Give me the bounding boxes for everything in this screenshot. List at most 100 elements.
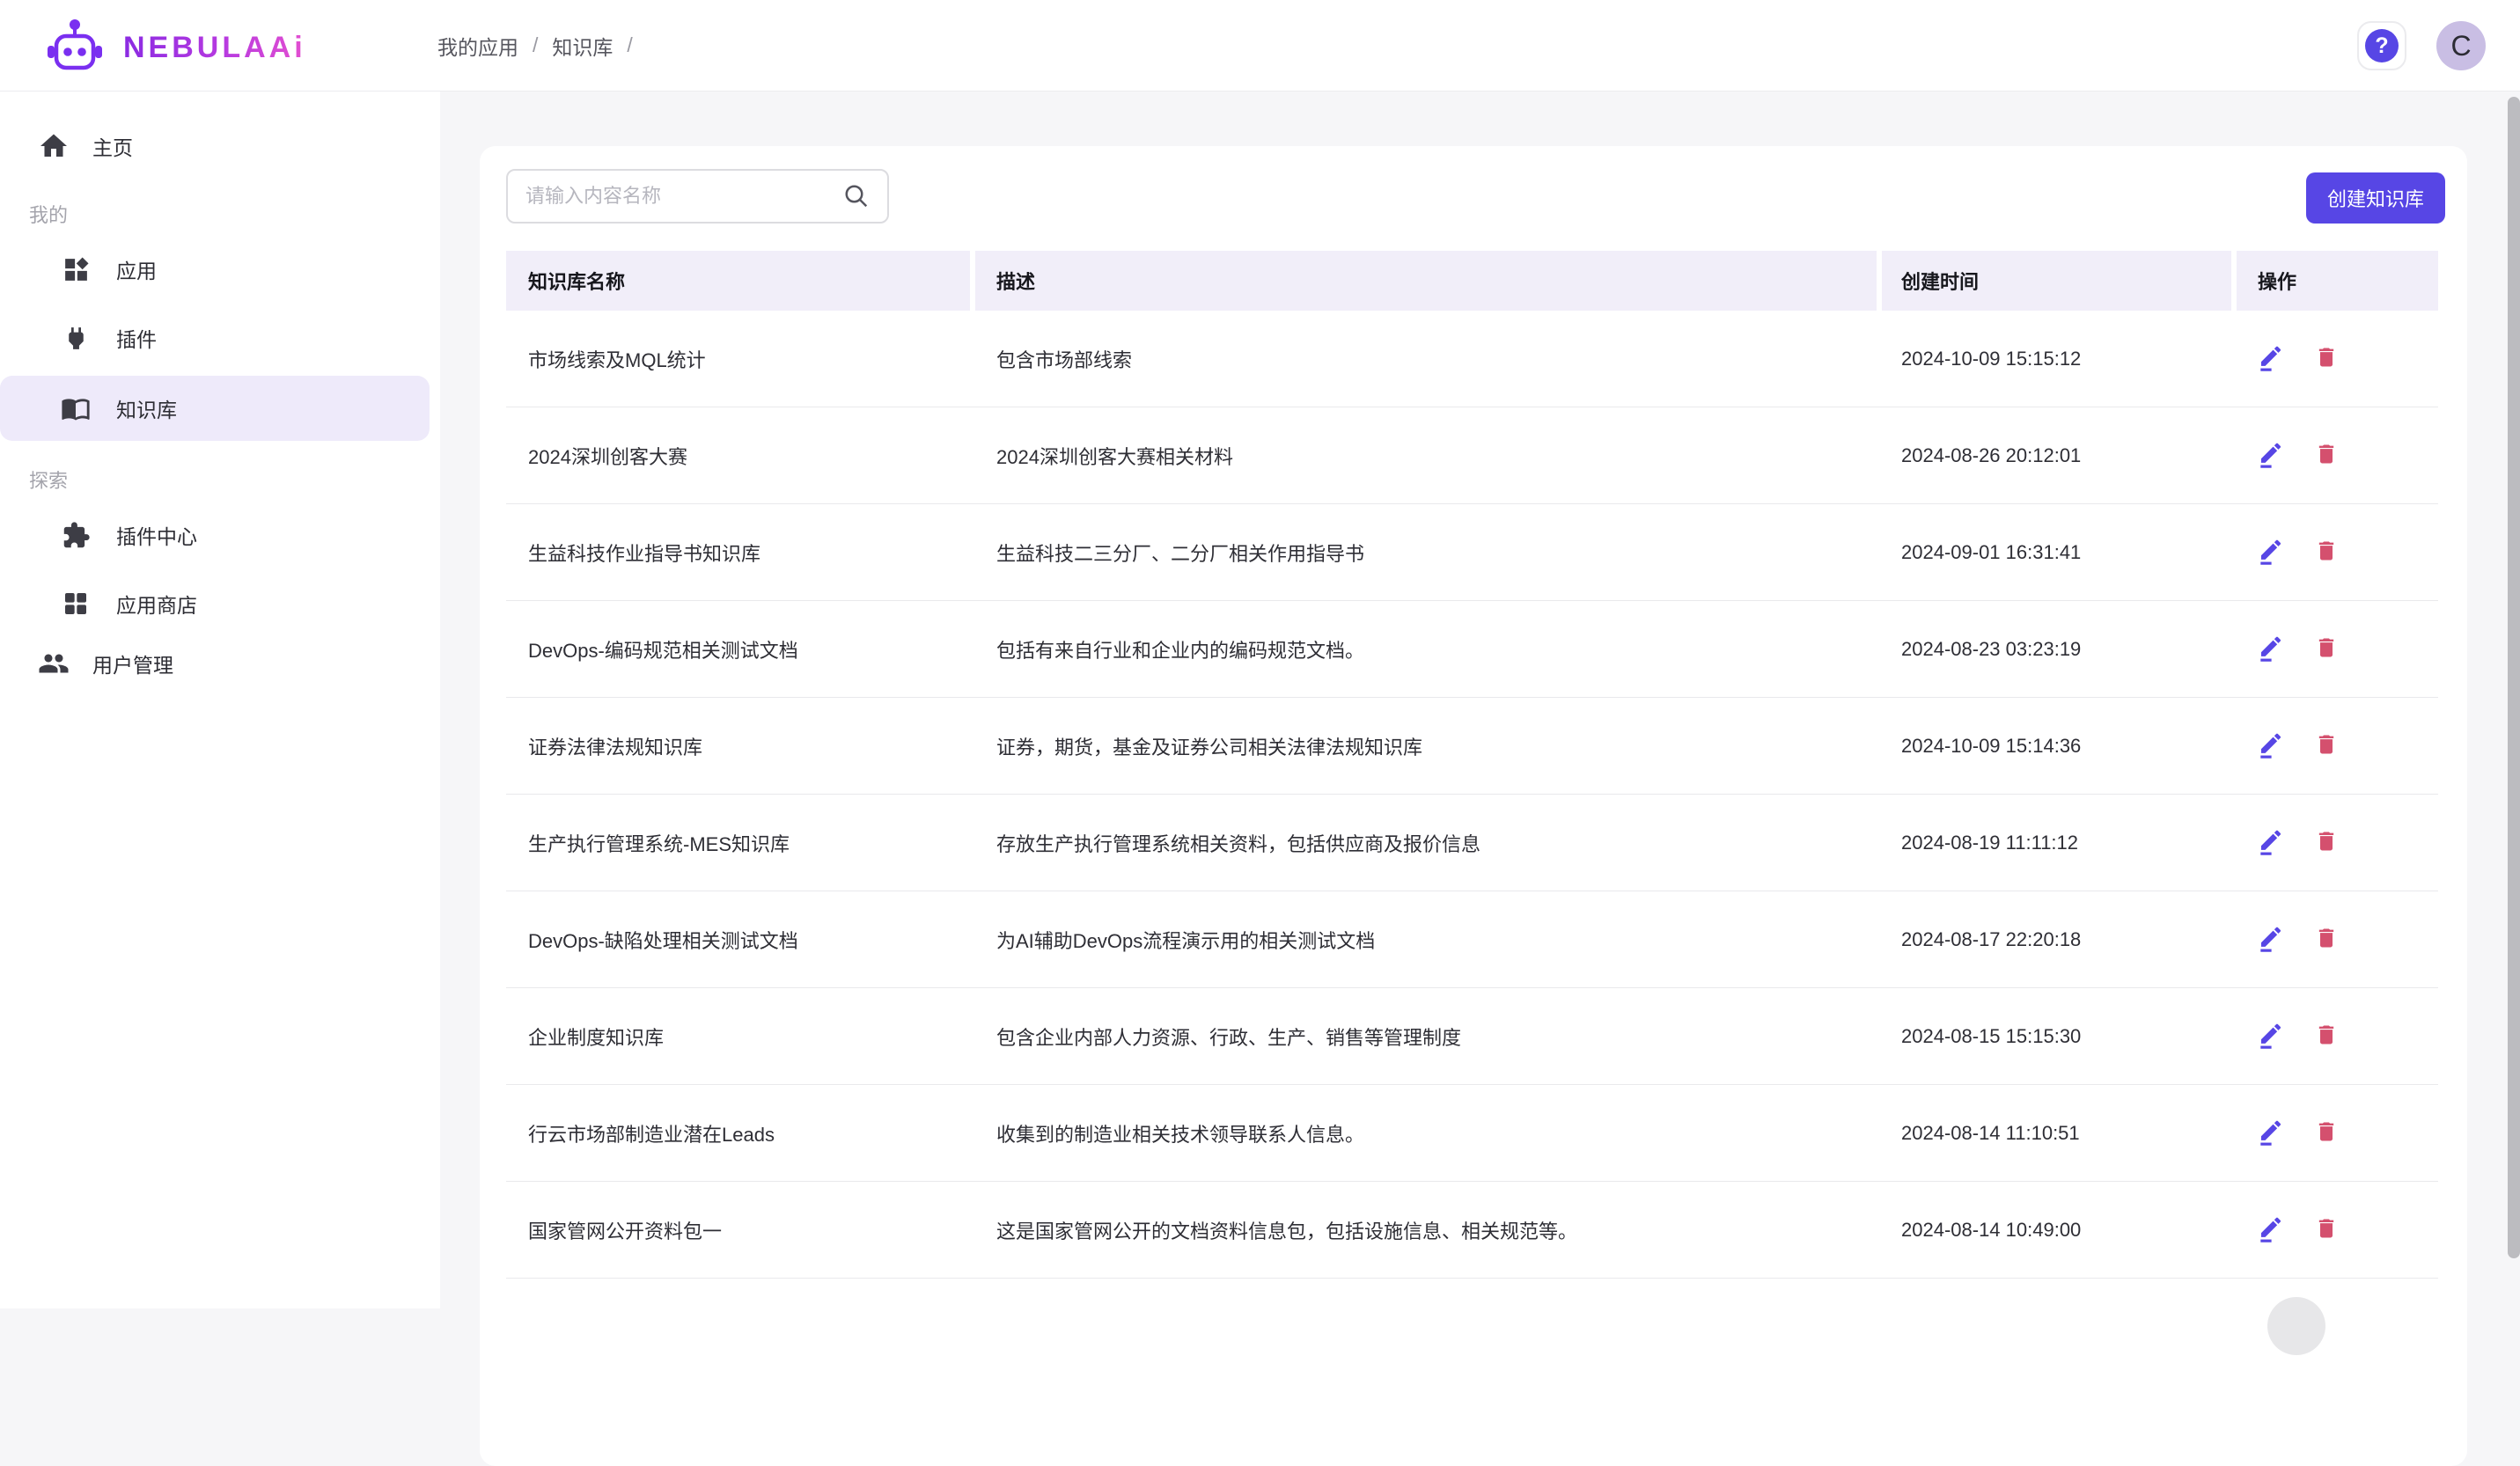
delete-button[interactable] — [2314, 442, 2339, 469]
floating-button-partial[interactable] — [2267, 1297, 2325, 1355]
row-actions — [2237, 601, 2438, 697]
delete-button[interactable] — [2314, 635, 2339, 663]
sidebar-item-label: 主页 — [92, 131, 133, 161]
help-button[interactable]: ? — [2357, 21, 2406, 70]
delete-icon — [2314, 926, 2339, 953]
delete-icon — [2314, 829, 2339, 856]
sidebar-item-label: 应用商店 — [116, 589, 197, 619]
table-row[interactable]: DevOps-缺陷处理相关测试文档为AI辅助DevOps流程演示用的相关测试文档… — [506, 891, 2438, 988]
edit-button[interactable] — [2258, 1214, 2284, 1245]
delete-icon — [2314, 539, 2339, 566]
table-row[interactable]: 生益科技作业指导书知识库生益科技二三分厂、二分厂相关作用指导书2024-09-0… — [506, 504, 2438, 601]
delete-icon — [2314, 442, 2339, 469]
sidebar-item-label: 插件 — [116, 323, 157, 353]
row-actions — [2237, 891, 2438, 987]
apps-icon — [60, 255, 92, 284]
app-logo[interactable]: NEBULAAi — [46, 18, 306, 78]
kb-name: 行云市场部制造业潜在Leads — [506, 1085, 970, 1181]
kb-name: 生益科技作业指导书知识库 — [506, 504, 970, 600]
table-row[interactable]: DevOps-编码规范相关测试文档包括有来自行业和企业内的编码规范文档。2024… — [506, 601, 2438, 698]
sidebar-item-plugins[interactable]: 插件 — [0, 307, 440, 369]
kb-name: 生产执行管理系统-MES知识库 — [506, 795, 970, 891]
sidebar-item-knowledge-base[interactable]: 知识库 — [0, 376, 430, 441]
edit-icon — [2258, 537, 2284, 568]
kb-created-time: 2024-08-14 11:10:51 — [1882, 1085, 2231, 1181]
edit-button[interactable] — [2258, 634, 2284, 664]
edit-icon — [2258, 827, 2284, 858]
edit-button[interactable] — [2258, 924, 2284, 955]
sidebar-item-user-management[interactable]: 用户管理 — [0, 634, 440, 693]
create-knowledge-base-button[interactable]: 创建知识库 — [2306, 172, 2445, 224]
sidebar-item-label: 知识库 — [116, 393, 177, 423]
row-actions — [2237, 311, 2438, 407]
edit-button[interactable] — [2258, 343, 2284, 374]
search-icon[interactable] — [843, 183, 870, 214]
delete-button[interactable] — [2314, 1119, 2339, 1147]
kb-created-time: 2024-08-15 15:15:30 — [1882, 988, 2231, 1084]
column-header: 创建时间 — [1882, 251, 2231, 311]
home-icon — [38, 130, 70, 162]
edit-icon — [2258, 730, 2284, 761]
kb-description: 这是国家管网公开的文档资料信息包，包括设施信息、相关规范等。 — [975, 1182, 1877, 1278]
content-card: 创建知识库 知识库名称描述创建时间操作 市场线索及MQL统计包含市场部线索202… — [480, 146, 2467, 1466]
search-input[interactable] — [506, 169, 889, 224]
delete-button[interactable] — [2314, 539, 2339, 566]
edit-button[interactable] — [2258, 1021, 2284, 1052]
edit-button[interactable] — [2258, 537, 2284, 568]
delete-icon — [2314, 345, 2339, 372]
scrollbar-thumb[interactable] — [2508, 97, 2520, 1258]
book-icon — [60, 393, 92, 423]
delete-button[interactable] — [2314, 732, 2339, 759]
kb-created-time: 2024-08-23 03:23:19 — [1882, 601, 2231, 697]
table-row[interactable]: 企业制度知识库包含企业内部人力资源、行政、生产、销售等管理制度2024-08-1… — [506, 988, 2438, 1085]
edit-icon — [2258, 440, 2284, 471]
edit-button[interactable] — [2258, 827, 2284, 858]
search-box — [506, 169, 889, 224]
kb-created-time: 2024-10-09 15:14:36 — [1882, 698, 2231, 794]
delete-icon — [2314, 732, 2339, 759]
edit-icon — [2258, 634, 2284, 664]
table-row[interactable]: 2024深圳创客大赛2024深圳创客大赛相关材料2024-08-26 20:12… — [506, 407, 2438, 504]
table-row[interactable]: 国家管网公开资料包一这是国家管网公开的文档资料信息包，包括设施信息、相关规范等。… — [506, 1182, 2438, 1279]
table-row[interactable]: 证券法律法规知识库证券，期货，基金及证券公司相关法律法规知识库2024-10-0… — [506, 698, 2438, 795]
edit-icon — [2258, 1021, 2284, 1052]
kb-created-time: 2024-10-09 15:15:12 — [1882, 311, 2231, 407]
table-row[interactable]: 行云市场部制造业潜在Leads收集到的制造业相关技术领导联系人信息。2024-0… — [506, 1085, 2438, 1182]
knowledge-base-table: 知识库名称描述创建时间操作 市场线索及MQL统计包含市场部线索2024-10-0… — [506, 251, 2438, 1279]
edit-button[interactable] — [2258, 730, 2284, 761]
edit-icon — [2258, 1118, 2284, 1148]
kb-description: 为AI辅助DevOps流程演示用的相关测试文档 — [975, 891, 1877, 987]
row-actions — [2237, 698, 2438, 794]
sidebar-item-home[interactable]: 主页 — [0, 117, 440, 175]
delete-button[interactable] — [2314, 926, 2339, 953]
kb-created-time: 2024-08-17 22:20:18 — [1882, 891, 2231, 987]
delete-button[interactable] — [2314, 829, 2339, 856]
sidebar-item-app-store[interactable]: 应用商店 — [0, 573, 440, 634]
kb-name: 证券法律法规知识库 — [506, 698, 970, 794]
edit-button[interactable] — [2258, 1118, 2284, 1148]
delete-button[interactable] — [2314, 1023, 2339, 1050]
kb-description: 包含企业内部人力资源、行政、生产、销售等管理制度 — [975, 988, 1877, 1084]
breadcrumb-item[interactable]: 知识库 — [552, 31, 613, 61]
table-row[interactable]: 生产执行管理系统-MES知识库存放生产执行管理系统相关资料，包括供应商及报价信息… — [506, 795, 2438, 891]
help-icon: ? — [2365, 29, 2399, 62]
sidebar-section-label: 我的 — [0, 196, 440, 231]
sidebar: 主页我的应用插件知识库探索插件中心应用商店用户管理 — [0, 91, 440, 1308]
avatar[interactable]: C — [2436, 21, 2486, 70]
delete-icon — [2314, 1023, 2339, 1050]
delete-button[interactable] — [2314, 1216, 2339, 1243]
kb-name: DevOps-缺陷处理相关测试文档 — [506, 891, 970, 987]
delete-button[interactable] — [2314, 345, 2339, 372]
table-header-row: 知识库名称描述创建时间操作 — [506, 251, 2438, 311]
table-row[interactable]: 市场线索及MQL统计包含市场部线索2024-10-09 15:15:12 — [506, 311, 2438, 407]
kb-name: 2024深圳创客大赛 — [506, 407, 970, 503]
sidebar-item-label: 插件中心 — [116, 520, 197, 550]
sidebar-item-apps[interactable]: 应用 — [0, 238, 440, 300]
kb-description: 包含市场部线索 — [975, 311, 1877, 407]
main-area: 创建知识库 知识库名称描述创建时间操作 市场线索及MQL统计包含市场部线索202… — [440, 91, 2520, 1308]
edit-button[interactable] — [2258, 440, 2284, 471]
row-actions — [2237, 407, 2438, 503]
breadcrumb-item[interactable]: 我的应用 — [437, 31, 518, 61]
sidebar-item-plugin-center[interactable]: 插件中心 — [0, 504, 440, 566]
row-actions — [2237, 1182, 2438, 1278]
